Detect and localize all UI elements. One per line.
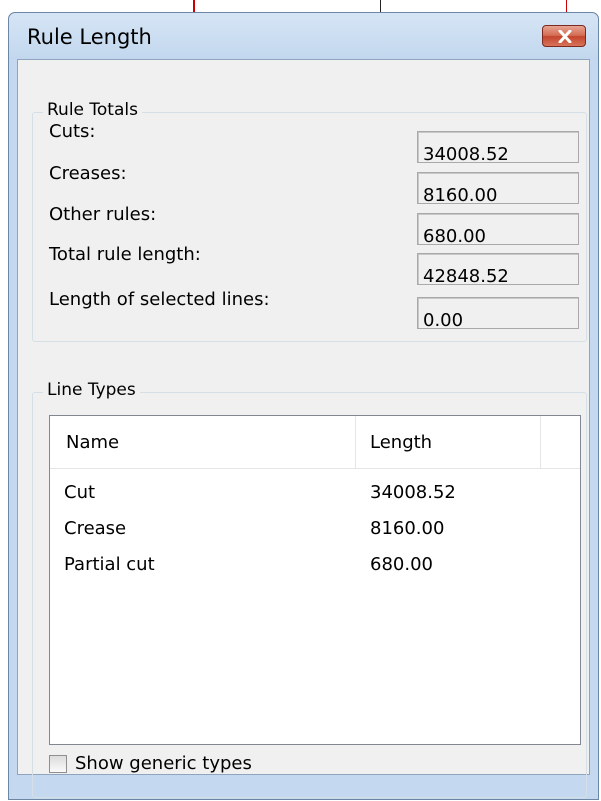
close-button[interactable]: [542, 25, 586, 47]
list-item[interactable]: Partial cut 680.00: [50, 550, 580, 586]
cuts-value-field: 34008.52: [417, 131, 579, 165]
background-mark: [566, 0, 567, 12]
rule-totals-title: Rule Totals: [43, 100, 142, 120]
line-types-title: Line Types: [43, 380, 140, 400]
total-rule-length-value-field: 42848.52: [417, 253, 579, 287]
line-types-list[interactable]: Name Length Cut 34008.52 Crease 8160.00 …: [49, 415, 581, 745]
line-type-name: Cut: [64, 482, 96, 503]
show-generic-types-label[interactable]: Show generic types: [75, 753, 252, 774]
selected-lines-length-value: 0.00: [423, 310, 464, 331]
column-header-length[interactable]: Length: [370, 432, 432, 453]
line-type-name: Partial cut: [64, 554, 155, 575]
list-item[interactable]: Crease 8160.00: [50, 514, 580, 550]
title-bar[interactable]: Rule Length: [9, 13, 598, 59]
line-types-group: Line Types Name Length Cut 34008.52 Crea…: [32, 380, 587, 798]
other-rules-value-field: 680.00: [417, 213, 579, 247]
dialog-client-area: Rule Totals Cuts: 34008.52 Creases: 8160…: [17, 59, 590, 798]
line-type-length: 34008.52: [370, 482, 456, 503]
selected-lines-length-value-field: 0.00: [417, 297, 579, 331]
list-header: Name Length: [50, 416, 580, 469]
background-mark: [193, 0, 195, 12]
rule-totals-group: Rule Totals Cuts: 34008.52 Creases: 8160…: [32, 100, 587, 342]
column-header-name[interactable]: Name: [66, 432, 119, 453]
line-type-length: 680.00: [370, 554, 433, 575]
rule-length-dialog: Rule Length Rule Totals Cuts: 34008.52 C…: [8, 12, 599, 800]
creases-value-field: 8160.00: [417, 172, 579, 206]
selected-lines-length-label: Length of selected lines:: [49, 289, 270, 310]
close-icon: [558, 30, 572, 43]
creases-value: 8160.00: [423, 185, 498, 206]
cuts-value: 34008.52: [423, 144, 509, 165]
other-rules-label: Other rules:: [49, 204, 157, 225]
background-mark: [380, 0, 381, 12]
total-rule-length-value: 42848.52: [423, 266, 509, 287]
cuts-label: Cuts:: [49, 121, 96, 142]
show-generic-types-checkbox[interactable]: [49, 755, 67, 773]
column-divider[interactable]: [540, 416, 541, 468]
creases-label: Creases:: [49, 163, 127, 184]
column-divider[interactable]: [355, 416, 356, 468]
list-item[interactable]: Cut 34008.52: [50, 478, 580, 514]
total-rule-length-label: Total rule length:: [49, 244, 201, 265]
background-app-strip: [0, 0, 601, 12]
line-type-name: Crease: [64, 518, 127, 539]
other-rules-value: 680.00: [423, 226, 486, 247]
window-title: Rule Length: [27, 25, 152, 49]
line-type-length: 8160.00: [370, 518, 445, 539]
